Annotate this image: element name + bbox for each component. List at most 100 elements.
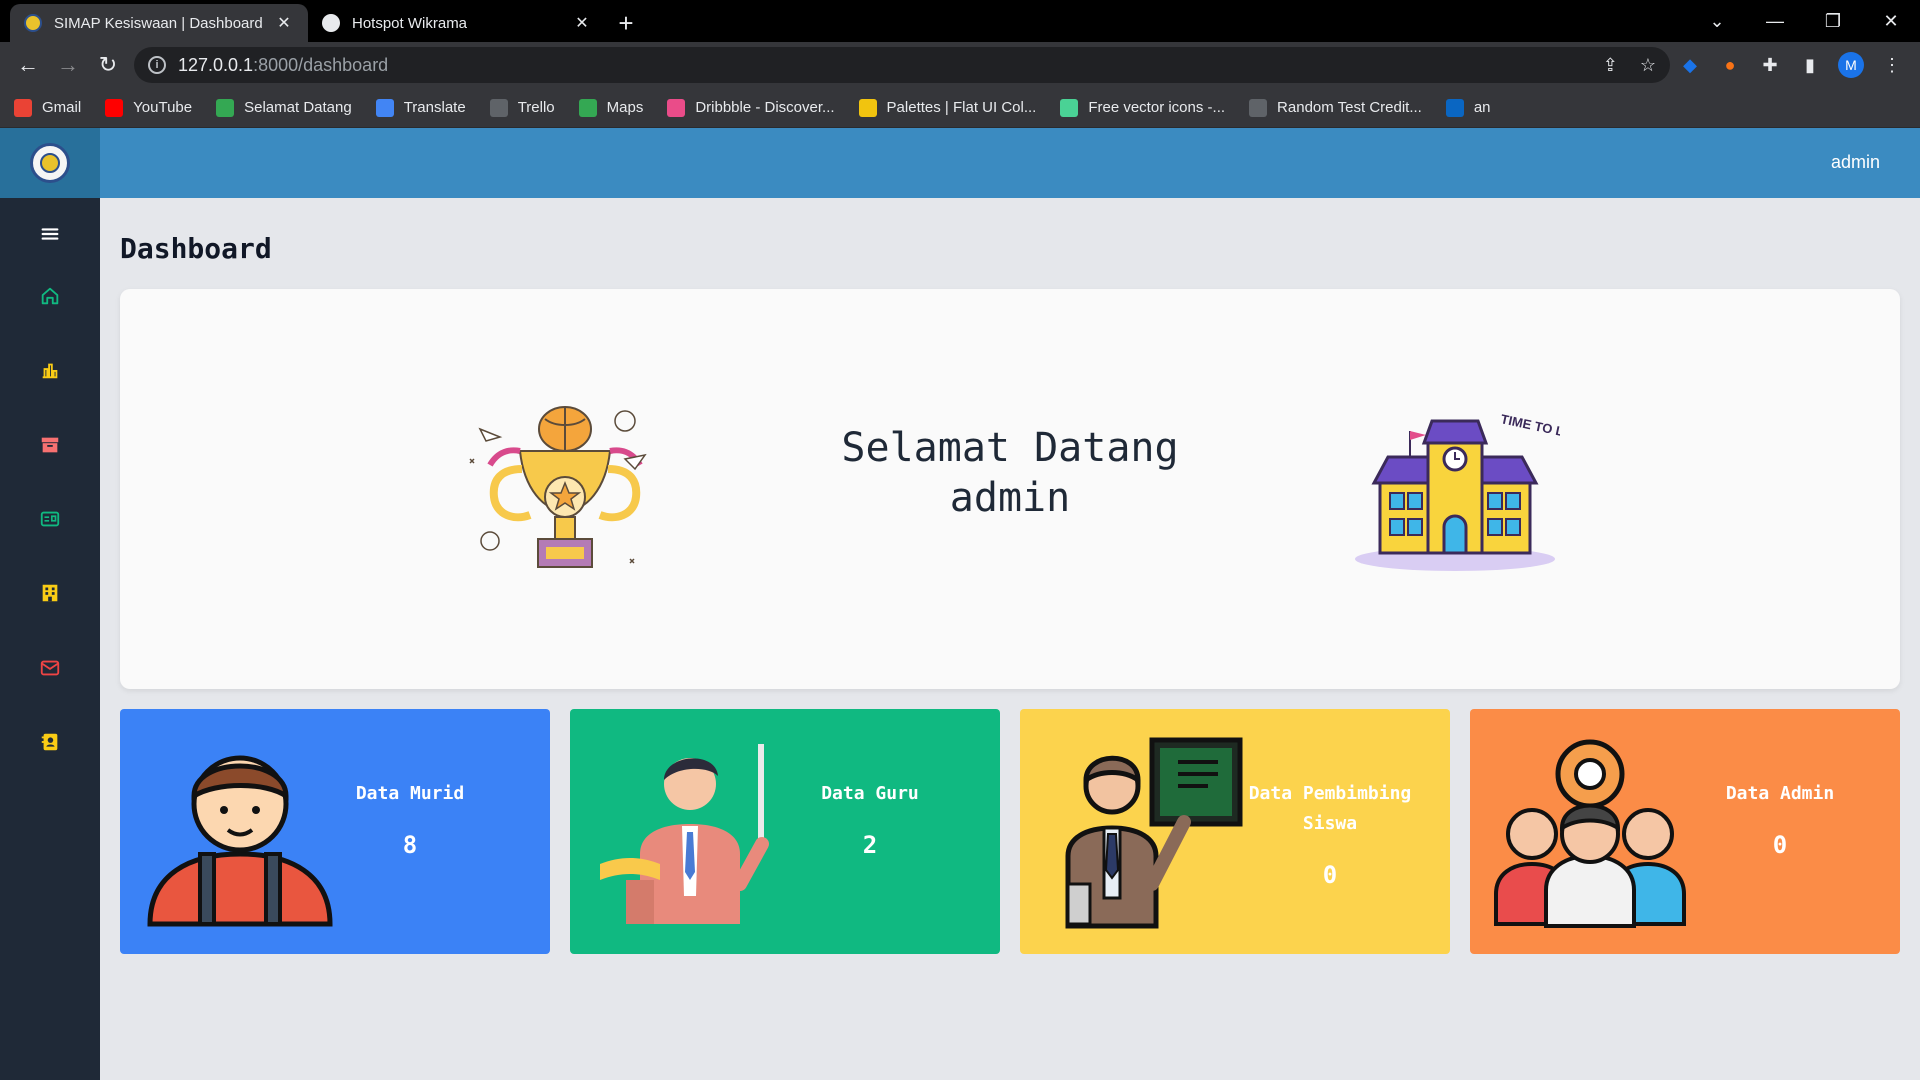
id-card-icon[interactable] [0, 499, 100, 539]
linkedin-icon [1445, 98, 1464, 117]
close-tab-icon[interactable]: ✕ [274, 13, 294, 33]
page-title: Dashboard [120, 232, 272, 265]
trello-icon [489, 98, 508, 117]
bookmark-item[interactable]: Free vector icons -... [1060, 98, 1226, 117]
bookmark-label: Selamat Datang [244, 99, 352, 116]
maps-icon [578, 98, 597, 117]
dribbble-icon [667, 98, 686, 117]
mail-icon[interactable] [0, 648, 100, 688]
bookmark-label: Dribbble - Discover... [695, 99, 835, 116]
bookmark-item[interactable]: Gmail [14, 98, 81, 117]
archive-icon[interactable] [0, 425, 100, 465]
close-window-icon[interactable]: ✕ [1862, 0, 1920, 42]
bookmark-label: Maps [606, 99, 644, 116]
card-data-guru[interactable]: Data Guru 2 [570, 709, 1000, 954]
bookmark-label: Palettes | Flat UI Col... [886, 99, 1037, 116]
share-icon[interactable]: ⇪ [1603, 55, 1618, 76]
school-logo [30, 143, 70, 183]
user-menu[interactable]: admin [1831, 152, 1880, 173]
building-icon[interactable] [0, 573, 100, 613]
selamat-datang-icon [216, 98, 235, 117]
home-icon[interactable] [0, 276, 100, 316]
card-label: Data Admin [1725, 783, 1835, 804]
flaticon-icon [1060, 98, 1079, 117]
tab-search-icon[interactable]: ⌄ [1688, 0, 1746, 42]
bookmark-item[interactable]: Trello [489, 98, 555, 117]
profile-avatar[interactable]: M [1838, 52, 1864, 78]
card-value: 2 [862, 831, 878, 859]
gear-icon [1249, 98, 1268, 117]
extensions-puzzle-icon[interactable]: ✚ [1750, 45, 1790, 85]
card-label-line-1: Data Pembimbing [1248, 783, 1412, 804]
card-data-pembimbing-siswa[interactable]: Data Pembimbing Siswa 0 [1020, 709, 1450, 954]
bookmark-label: Free vector icons -... [1088, 99, 1226, 116]
card-value: 8 [402, 831, 418, 859]
bookmark-label: Random Test Credit... [1277, 99, 1422, 116]
card-label: Data Murid [355, 783, 465, 804]
card-value: 0 [1772, 831, 1788, 859]
browser-tab-bar: SIMAP Kesiswaan | Dashboard ✕ Hotspot Wi… [0, 0, 1920, 42]
bookmark-item[interactable]: Dribbble - Discover... [667, 98, 835, 117]
card-label-line-2: Siswa [1302, 813, 1358, 834]
bookmark-star-icon[interactable]: ☆ [1640, 55, 1656, 76]
bookmark-item[interactable]: an [1445, 98, 1491, 117]
youtube-icon [105, 98, 124, 117]
url-host: 127.0.0.1 [178, 54, 254, 75]
extension-diamond-icon[interactable]: ◆ [1670, 45, 1710, 85]
globe-icon [322, 14, 340, 32]
tab-title: SIMAP Kesiswaan | Dashboard [54, 14, 263, 32]
bookmark-item[interactable]: Translate [375, 98, 466, 117]
minimize-icon[interactable]: — [1746, 0, 1804, 42]
window-controls: ⌄ — ❐ ✕ [1688, 0, 1920, 42]
bookmark-label: Trello [517, 99, 555, 116]
card-label: Data Pembimbing Siswa [1210, 779, 1450, 839]
tab-simap-dashboard[interactable]: SIMAP Kesiswaan | Dashboard ✕ [10, 4, 308, 42]
restore-icon[interactable]: ❐ [1804, 0, 1862, 42]
welcome-line-2: admin [949, 475, 1071, 521]
logo-container[interactable] [0, 128, 100, 198]
translate-icon [375, 98, 394, 117]
bookmark-item[interactable]: Maps [578, 98, 644, 117]
welcome-heading: Selamat Datang admin [810, 423, 1210, 523]
back-icon[interactable]: ← [8, 45, 48, 85]
simap-favicon-icon [24, 14, 42, 32]
side-panel-icon[interactable]: ▮ [1790, 45, 1830, 85]
top-navbar: admin [0, 128, 1920, 198]
tab-hotspot-wikrama[interactable]: Hotspot Wikrama ✕ [308, 4, 606, 42]
bookmark-label: Translate [403, 99, 466, 116]
welcome-card: Selamat Datang admin TIME TO LEARN! [120, 289, 1900, 689]
time-to-learn-text: TIME TO LEARN! [1499, 411, 1560, 448]
url-path: :8000/dashboard [253, 54, 389, 75]
card-value: 0 [1322, 861, 1338, 889]
extension-orange-icon[interactable]: ● [1710, 45, 1750, 85]
tab-title: Hotspot Wikrama [352, 14, 468, 32]
contact-icon[interactable] [0, 722, 100, 762]
palettes-icon [858, 98, 877, 117]
menu-icon[interactable] [0, 214, 100, 254]
card-label: Data Guru [821, 783, 919, 804]
close-tab-icon[interactable]: ✕ [572, 13, 592, 33]
forward-icon[interactable]: → [48, 45, 88, 85]
gmail-icon [14, 98, 32, 117]
bookmark-item[interactable]: YouTube [105, 98, 193, 117]
chart-icon[interactable] [0, 350, 100, 390]
browser-menu-icon[interactable]: ⋮ [1872, 45, 1912, 85]
bookmark-label: YouTube [133, 99, 193, 116]
bookmark-item[interactable]: Random Test Credit... [1249, 98, 1422, 117]
admin-team-illustration [1494, 739, 1686, 928]
card-data-admin[interactable]: Data Admin 0 [1470, 709, 1900, 954]
trophy-illustration [469, 406, 647, 568]
app-root: admin Dashboard Selamat Datang admin TIM… [0, 128, 1920, 1080]
bookmark-item[interactable]: Selamat Datang [216, 98, 352, 117]
site-info-icon[interactable]: i [148, 56, 166, 74]
browser-toolbar: ← → ↻ i 127.0.0.1:8000/dashboard ⇪ ☆ ◆ ●… [0, 42, 1920, 88]
card-data-murid[interactable]: Data Murid 8 [120, 709, 550, 954]
bookmarks-bar: Gmail YouTube Selamat Datang Translate Trell… [0, 88, 1920, 128]
sidebar [0, 198, 100, 1080]
welcome-line-1: Selamat Datang [841, 425, 1179, 471]
reload-icon[interactable]: ↻ [88, 45, 128, 85]
address-bar[interactable]: i 127.0.0.1:8000/dashboard ⇪ ☆ [134, 47, 1670, 83]
bookmark-label: an [1473, 99, 1491, 116]
new-tab-button[interactable]: + [606, 4, 646, 42]
bookmark-item[interactable]: Palettes | Flat UI Col... [858, 98, 1037, 117]
